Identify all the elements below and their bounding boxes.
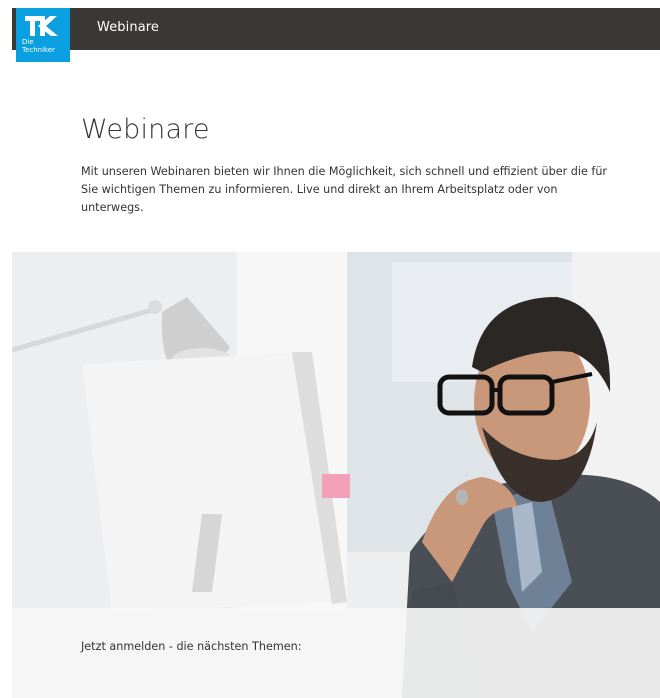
logo-wordmark: Die Techniker [22, 38, 66, 54]
next-topics-section: Jetzt anmelden - die nächsten Themen: [12, 608, 660, 698]
intro-text: Mit unseren Webinaren bieten wir Ihnen d… [81, 165, 608, 214]
top-navigation-bar: Webinare [12, 8, 660, 50]
tk-logo-icon [25, 16, 58, 36]
page-frame: Webinare Die Techniker Webinare Mit unse… [12, 8, 660, 698]
header-title: Webinare [97, 20, 160, 35]
next-topics-heading: Jetzt anmelden - die nächsten Themen: [81, 640, 302, 653]
logo-line-2: Techniker [22, 46, 56, 54]
tk-logo[interactable]: Die Techniker [16, 8, 70, 62]
page-title: Webinare [81, 114, 210, 145]
logo-line-1: Die [22, 38, 34, 46]
